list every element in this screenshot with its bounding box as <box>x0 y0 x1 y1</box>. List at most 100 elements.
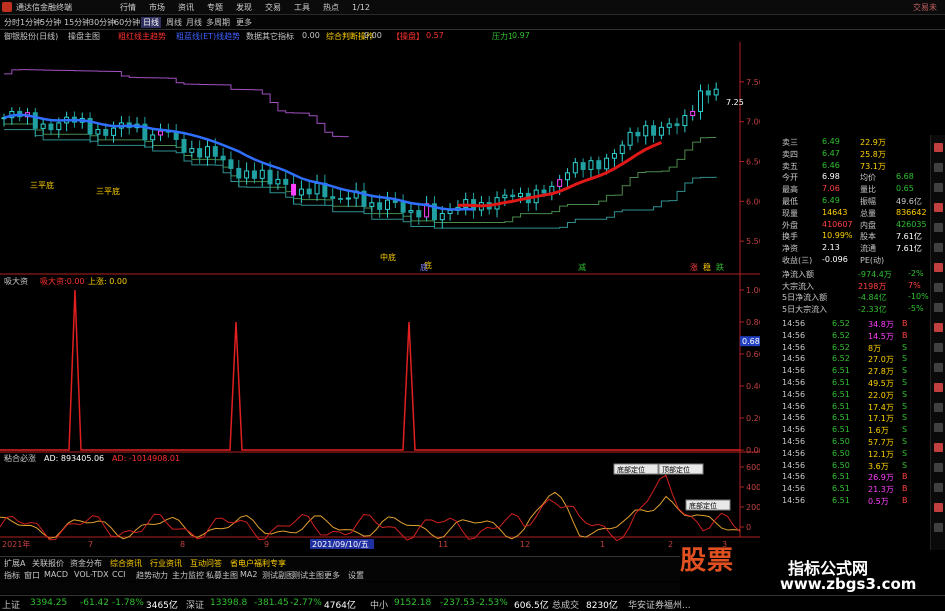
tool-icon[interactable] <box>934 323 943 332</box>
tool-icon[interactable] <box>934 283 943 292</box>
tool-icon[interactable] <box>934 163 943 172</box>
tool-icon[interactable] <box>934 363 943 372</box>
tool-icon[interactable] <box>934 143 943 152</box>
indicator-tab[interactable]: MACD <box>44 570 68 579</box>
trade-status[interactable]: 交易未 <box>913 2 937 13</box>
scroll-icons <box>934 143 943 532</box>
price-tick-label: 7.50 <box>746 78 760 87</box>
tool-icon[interactable] <box>934 483 943 492</box>
candle-body <box>56 122 62 131</box>
indicator-tab[interactable]: MA2 <box>240 570 257 579</box>
indicator-tab[interactable]: 测试副图 <box>262 570 294 581</box>
info-tab[interactable]: 互动问答 <box>190 558 222 569</box>
indicator-tab[interactable]: 私募主图 <box>206 570 238 581</box>
indicator-tab[interactable]: 趋势动力 <box>136 570 168 581</box>
info-tab[interactable]: 扩展A <box>4 558 25 569</box>
tick-volume: 14.5万 <box>868 331 894 341</box>
watermark-site: 指标公式网 www.zbgs3.com <box>770 553 942 595</box>
tool-icon[interactable] <box>934 203 943 212</box>
menu-item[interactable]: 资讯 <box>178 2 194 13</box>
quote-value: 6.49 <box>822 137 840 146</box>
tool-icon[interactable] <box>934 303 943 312</box>
period-tab[interactable]: 多周期 <box>206 17 230 28</box>
indicator-tab[interactable]: CCI <box>112 570 126 579</box>
period-tab[interactable]: 5分钟 <box>40 17 61 28</box>
menu-item[interactable]: 1/12 <box>352 3 370 12</box>
quote-value: 6.47 <box>822 148 840 158</box>
date-label: 7 <box>88 540 93 549</box>
candle-body <box>212 146 218 157</box>
quote-row: 卖五 6.46 73.1万 <box>760 161 930 172</box>
right-scrollbar[interactable] <box>930 135 945 550</box>
app-logo-icon <box>2 2 12 12</box>
tool-icon[interactable] <box>934 183 943 192</box>
tick-row: 14:56 6.51 0.5万 B <box>760 496 930 507</box>
tool-icon[interactable] <box>934 523 943 532</box>
candle-body <box>103 129 109 136</box>
indicator-tab[interactable]: 窗口 <box>24 570 40 581</box>
price-tick-label: 6.00 <box>746 197 760 206</box>
period-tab[interactable]: 月线 <box>186 17 202 28</box>
info-tab[interactable]: 关联报价 <box>32 558 64 569</box>
quote-field: 22.9万 <box>860 138 886 147</box>
tick-time: 14:56 <box>782 425 806 435</box>
tool-icon[interactable] <box>934 343 943 352</box>
period-tab[interactable]: 60分钟 <box>114 17 140 28</box>
panel-2: 吸大资 吸大资:0.00上涨: 0.00 1.00 0.80 0.60 0.40 0.20 0… <box>0 276 760 455</box>
support-step-line <box>4 123 717 223</box>
tool-icon[interactable] <box>934 503 943 512</box>
indicator-label: 粗红线主趋势 <box>118 32 166 41</box>
info-tab[interactable]: 行业资讯 <box>150 558 182 569</box>
tool-icon[interactable] <box>934 423 943 432</box>
quote-field: 股本 <box>860 232 876 242</box>
tick-volume: 26.9万 <box>868 473 894 483</box>
tool-icon[interactable] <box>934 403 943 412</box>
candle-body <box>564 172 570 181</box>
period-tab[interactable]: 更多 <box>236 17 252 28</box>
period-tab[interactable]: 30分钟 <box>89 17 115 28</box>
flow-value: -4.84亿 <box>858 293 887 303</box>
menu-item[interactable]: 专题 <box>207 2 223 13</box>
indicator-tab[interactable]: 指标 <box>4 570 20 581</box>
menu-item[interactable]: 市场 <box>149 2 165 13</box>
info-tab[interactable]: 综合资讯 <box>110 558 142 569</box>
quote-label: 卖四 <box>782 149 798 159</box>
period-tab[interactable]: 周线 <box>166 17 182 28</box>
indicator-tab[interactable]: 更多 <box>324 570 340 581</box>
info-tab[interactable]: 资金分布 <box>70 558 102 569</box>
tool-icon[interactable] <box>934 223 943 232</box>
tool-icon[interactable] <box>934 243 943 252</box>
candle-body <box>690 110 696 117</box>
info-tab[interactable]: 省电户福利专享 <box>230 558 286 569</box>
chart-area[interactable]: 7.507.006.506.005.507.25 三平底三平底中底底底减涨稳跌 … <box>0 42 760 550</box>
tick-time: 14:56 <box>782 484 806 494</box>
indicator-tab[interactable]: 测试主图 <box>292 570 324 581</box>
menu-item[interactable]: 工具 <box>294 2 310 13</box>
tick-time: 14:56 <box>782 496 806 505</box>
indicator-tab[interactable]: 主力监控 <box>172 570 204 581</box>
period-tab[interactable]: 15分钟 <box>64 17 90 28</box>
indicator-tab[interactable]: VOL-TDX <box>74 570 109 579</box>
period-tab[interactable]: 日线 <box>141 17 161 28</box>
candle-body <box>306 188 312 195</box>
quote-field: 内盘 <box>860 220 876 230</box>
candle-body <box>197 148 203 158</box>
candle-body <box>596 160 602 170</box>
menu-item[interactable]: 发现 <box>236 2 252 13</box>
tool-icon[interactable] <box>934 383 943 392</box>
menu-item[interactable]: 行情 <box>120 2 136 13</box>
tick-side: S <box>902 389 908 399</box>
period-tab[interactable]: 分时 <box>4 17 20 28</box>
menu-item[interactable]: 交易 <box>265 2 281 13</box>
tick-row: 14:56 6.51 21.3万 B <box>760 484 930 495</box>
period-tab[interactable]: 1分钟 <box>20 17 41 28</box>
tool-icon[interactable] <box>934 443 943 452</box>
indicator-tab[interactable]: 设置 <box>348 570 364 581</box>
menu-item[interactable]: 热点 <box>323 2 339 13</box>
tick-price: 6.51 <box>832 389 850 399</box>
tool-icon[interactable] <box>934 463 943 472</box>
tool-icon[interactable] <box>934 263 943 272</box>
status-item: 3465亿 <box>146 601 178 611</box>
fund-flow-row: 5日大宗流入 -2.33亿 -5% <box>760 304 930 315</box>
tick-row: 14:56 6.52 8万 S <box>760 343 930 354</box>
